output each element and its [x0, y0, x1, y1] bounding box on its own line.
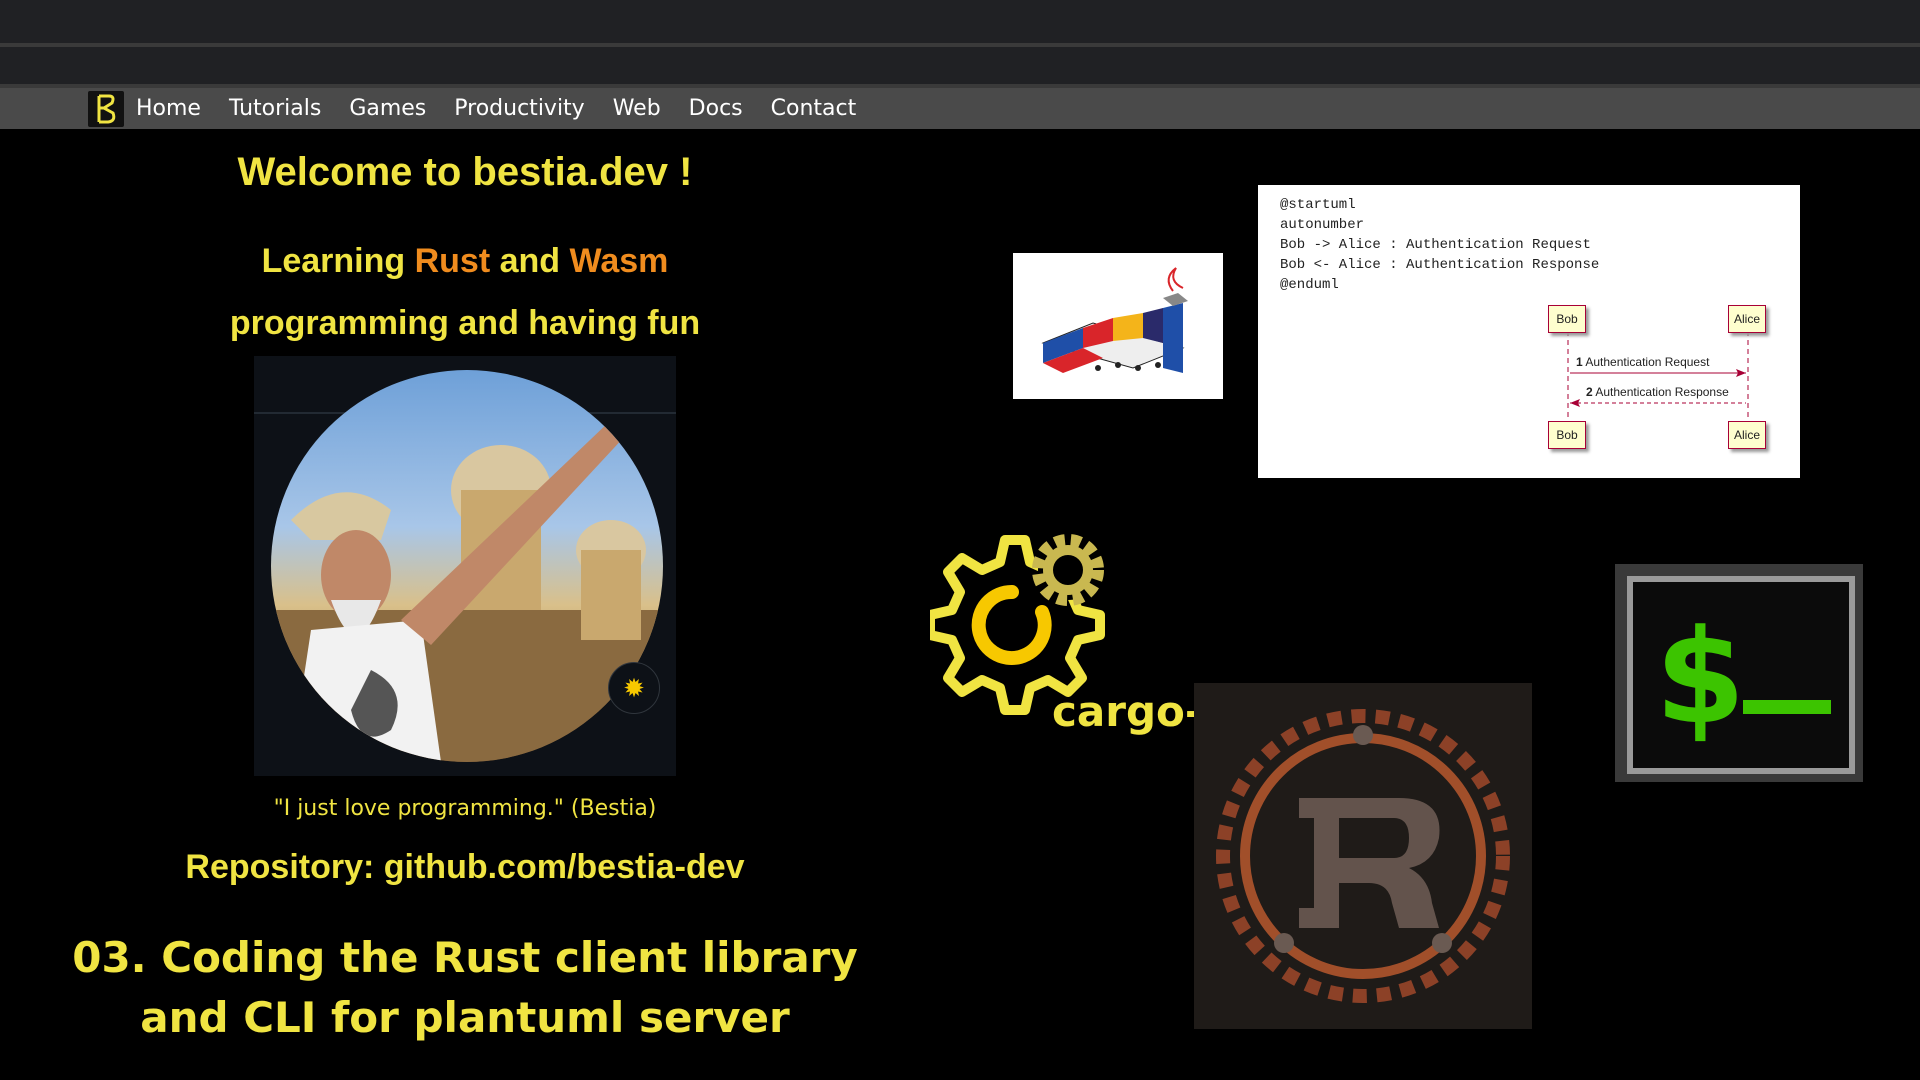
message-1-text: Authentication Request: [1585, 355, 1710, 369]
nav-contact[interactable]: Contact: [757, 96, 871, 121]
participant-alice-top: Alice: [1728, 305, 1766, 333]
message-1: 1 Authentication Request: [1576, 355, 1709, 369]
episode-title-line2: and CLI for plantuml server: [140, 993, 790, 1042]
uml-logo-icon: [1013, 253, 1223, 399]
nav-docs[interactable]: Docs: [675, 96, 757, 121]
plantuml-diagram: @startuml autonumber Bob -> Alice : Auth…: [1258, 185, 1800, 478]
sun-icon[interactable]: ✹: [608, 662, 660, 714]
svg-text:$: $: [1655, 601, 1745, 753]
episode-title-line1: 03. Coding the Rust client library: [72, 933, 858, 982]
message-2: 2 Authentication Response: [1586, 385, 1729, 399]
bestia-logo-icon[interactable]: [88, 91, 124, 127]
tagline-rust: Rust: [414, 242, 491, 280]
terminal-screen: $: [1627, 576, 1855, 774]
nav-menu: Home Tutorials Games Productivity Web Do…: [136, 88, 870, 129]
nav-productivity[interactable]: Productivity: [440, 96, 598, 121]
repository-link[interactable]: Repository: github.com/bestia-dev: [0, 848, 930, 887]
episode-title: 03. Coding the Rust client library and C…: [0, 928, 930, 1048]
message-2-number: 2: [1586, 385, 1593, 399]
message-1-number: 1: [1576, 355, 1583, 369]
browser-toolbar: [0, 47, 1920, 84]
nav-home[interactable]: Home: [136, 96, 215, 121]
rust-logo-icon: [1194, 683, 1532, 1029]
avatar: [271, 370, 663, 762]
participant-bob-bottom: Bob: [1548, 421, 1586, 449]
quote: "I just love programming." (Bestia): [273, 796, 657, 821]
tagline-wasm: Wasm: [569, 242, 669, 280]
avatar-card: ✹: [254, 356, 676, 776]
tagline-learning: Learning: [261, 242, 415, 280]
participant-alice-bottom: Alice: [1728, 421, 1766, 449]
tagline-line2: programming and having fun: [229, 304, 701, 342]
welcome-title: Welcome to bestia.dev !: [237, 150, 693, 194]
terminal-icon: $: [1615, 564, 1863, 782]
tagline-and: and: [490, 242, 570, 280]
message-2-text: Authentication Response: [1595, 385, 1729, 399]
nav-tutorials[interactable]: Tutorials: [215, 96, 335, 121]
nav-games[interactable]: Games: [335, 96, 440, 121]
tagline: Learning Rust and Wasm programming and h…: [0, 230, 930, 354]
browser-tab-bar: [0, 0, 1920, 43]
participant-bob-top: Bob: [1548, 305, 1586, 333]
nav-web[interactable]: Web: [599, 96, 675, 121]
